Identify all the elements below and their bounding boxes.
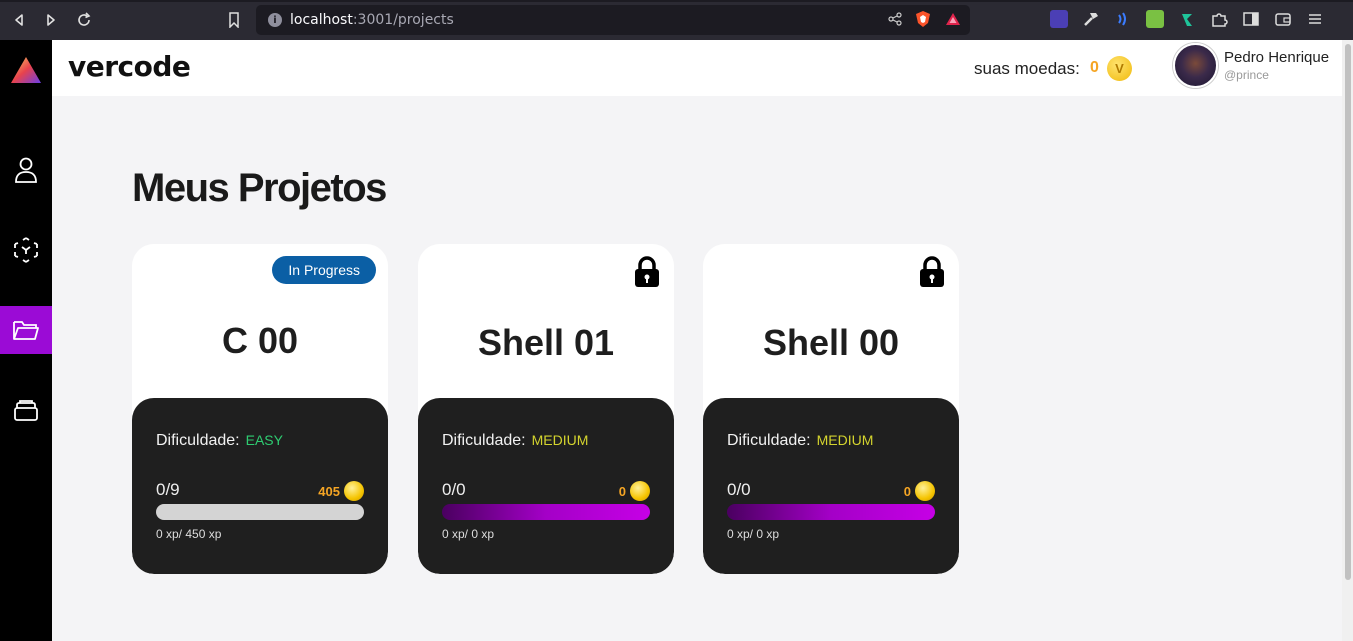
coin-icon — [915, 481, 935, 501]
bookmark-icon[interactable] — [223, 9, 245, 31]
wave-extension-icon[interactable] — [1114, 10, 1132, 28]
user-icon — [15, 157, 37, 183]
progress-count: 0/0 — [727, 480, 751, 499]
sidebar-toggle-icon[interactable] — [1242, 10, 1260, 28]
difficulty-row: Dificuldade: MEDIUM — [442, 432, 588, 450]
user-name[interactable]: Pedro Henrique — [1224, 49, 1329, 66]
reload-icon[interactable] — [73, 9, 95, 31]
hammer-extension-icon[interactable] — [1082, 10, 1100, 28]
share-icon[interactable] — [888, 12, 902, 26]
page-scrollbar[interactable] — [1342, 40, 1353, 641]
coin-icon — [630, 481, 650, 501]
project-title: C 00 — [221, 320, 299, 361]
difficulty-value: MEDIUM — [816, 432, 874, 448]
lock-icon — [919, 256, 945, 293]
reward-value: 0 — [618, 483, 626, 499]
wallet-icon[interactable] — [1274, 10, 1292, 28]
xp-text: 0 xp/ 0 xp — [727, 527, 780, 541]
difficulty-row: Dificuldade: EASY — [156, 432, 283, 450]
status-badge: In Progress — [272, 256, 376, 284]
progress-count: 0/0 — [442, 480, 466, 499]
difficulty-row: Dificuldade: MEDIUM — [727, 432, 873, 450]
xp-text: 0 xp/ 450 xp — [156, 527, 222, 541]
difficulty-label: Dificuldade: — [727, 432, 811, 449]
coins-value: 0 — [1090, 59, 1099, 76]
user-handle: @prince — [1224, 68, 1269, 82]
coin-reward: 0 — [619, 481, 650, 501]
folder-icon — [13, 321, 39, 340]
coin-reward: 405 — [318, 481, 364, 501]
project-title: Shell 01 — [477, 322, 615, 363]
project-details: Dificuldade: EASY 0/9 405 0 xp/ 450 xp — [132, 398, 388, 574]
puzzle-icon[interactable] — [1210, 10, 1228, 28]
reward-value: 0 — [903, 483, 911, 499]
brand-logo[interactable]: vercode — [68, 50, 191, 83]
progress-count: 0/9 — [156, 480, 180, 499]
cube-icon — [14, 237, 38, 263]
tab-strip — [0, 0, 1353, 2]
progress-bar — [442, 504, 650, 520]
sidebar-item-profile[interactable] — [0, 146, 52, 194]
url-text: localhost:3001/projects — [290, 12, 454, 28]
progress-bar — [727, 504, 935, 520]
sidebar-item-collections[interactable] — [0, 386, 52, 434]
avatar[interactable] — [1173, 43, 1218, 88]
project-card[interactable]: Shell 01 Dificuldade: MEDIUM 0/0 0 0 xp/ … — [418, 244, 674, 574]
site-info-icon[interactable]: i — [268, 13, 282, 27]
figure-extension-icon[interactable] — [1178, 10, 1196, 28]
page-title: Meus Projetos — [132, 166, 387, 210]
logo[interactable] — [0, 46, 52, 94]
project-details: Dificuldade: MEDIUM 0/0 0 0 xp/ 0 xp — [703, 398, 959, 574]
url-host: localhost — [290, 12, 353, 28]
progress-bar — [156, 504, 364, 520]
browser-toolbar: i localhost:3001/projects — [0, 0, 1353, 40]
forward-icon[interactable] — [40, 9, 62, 31]
sidebar — [0, 40, 52, 641]
menu-icon[interactable] — [1306, 10, 1324, 28]
green-extension-icon[interactable] — [1146, 10, 1164, 28]
scrollbar-thumb[interactable] — [1345, 44, 1351, 580]
url-bar[interactable]: i localhost:3001/projects — [256, 5, 970, 35]
sidebar-item-projects[interactable] — [0, 306, 52, 354]
layers-icon — [14, 400, 38, 421]
url-path: :3001/projects — [352, 12, 454, 28]
xp-text: 0 xp/ 0 xp — [442, 527, 495, 541]
difficulty-label: Dificuldade: — [442, 432, 526, 449]
project-details: Dificuldade: MEDIUM 0/0 0 0 xp/ 0 xp — [418, 398, 674, 574]
brave-shield-icon[interactable] — [914, 10, 932, 28]
project-card[interactable]: Shell 00 Dificuldade: MEDIUM 0/0 0 0 xp/ … — [703, 244, 959, 574]
difficulty-value: MEDIUM — [531, 432, 589, 448]
coin-reward: 0 — [904, 481, 935, 501]
prism-logo-icon — [11, 57, 41, 83]
coins-label: suas moedas: — [974, 59, 1080, 78]
lock-icon — [634, 256, 660, 293]
difficulty-label: Dificuldade: — [156, 432, 240, 449]
coin-icon — [344, 481, 364, 501]
back-icon[interactable] — [8, 9, 30, 31]
sidebar-item-explore[interactable] — [0, 226, 52, 274]
reward-value: 405 — [318, 483, 340, 499]
coin-icon: V — [1107, 56, 1132, 81]
extension-icon[interactable] — [1050, 10, 1068, 28]
brave-rewards-icon[interactable] — [944, 10, 962, 28]
project-card[interactable]: In Progress C 00 Dificuldade: EASY 0/9 40… — [132, 244, 388, 574]
difficulty-value: EASY — [245, 432, 283, 448]
project-title: Shell 00 — [762, 322, 900, 363]
app-header: vercode suas moedas: 0 V Pedro Henrique … — [52, 40, 1342, 96]
